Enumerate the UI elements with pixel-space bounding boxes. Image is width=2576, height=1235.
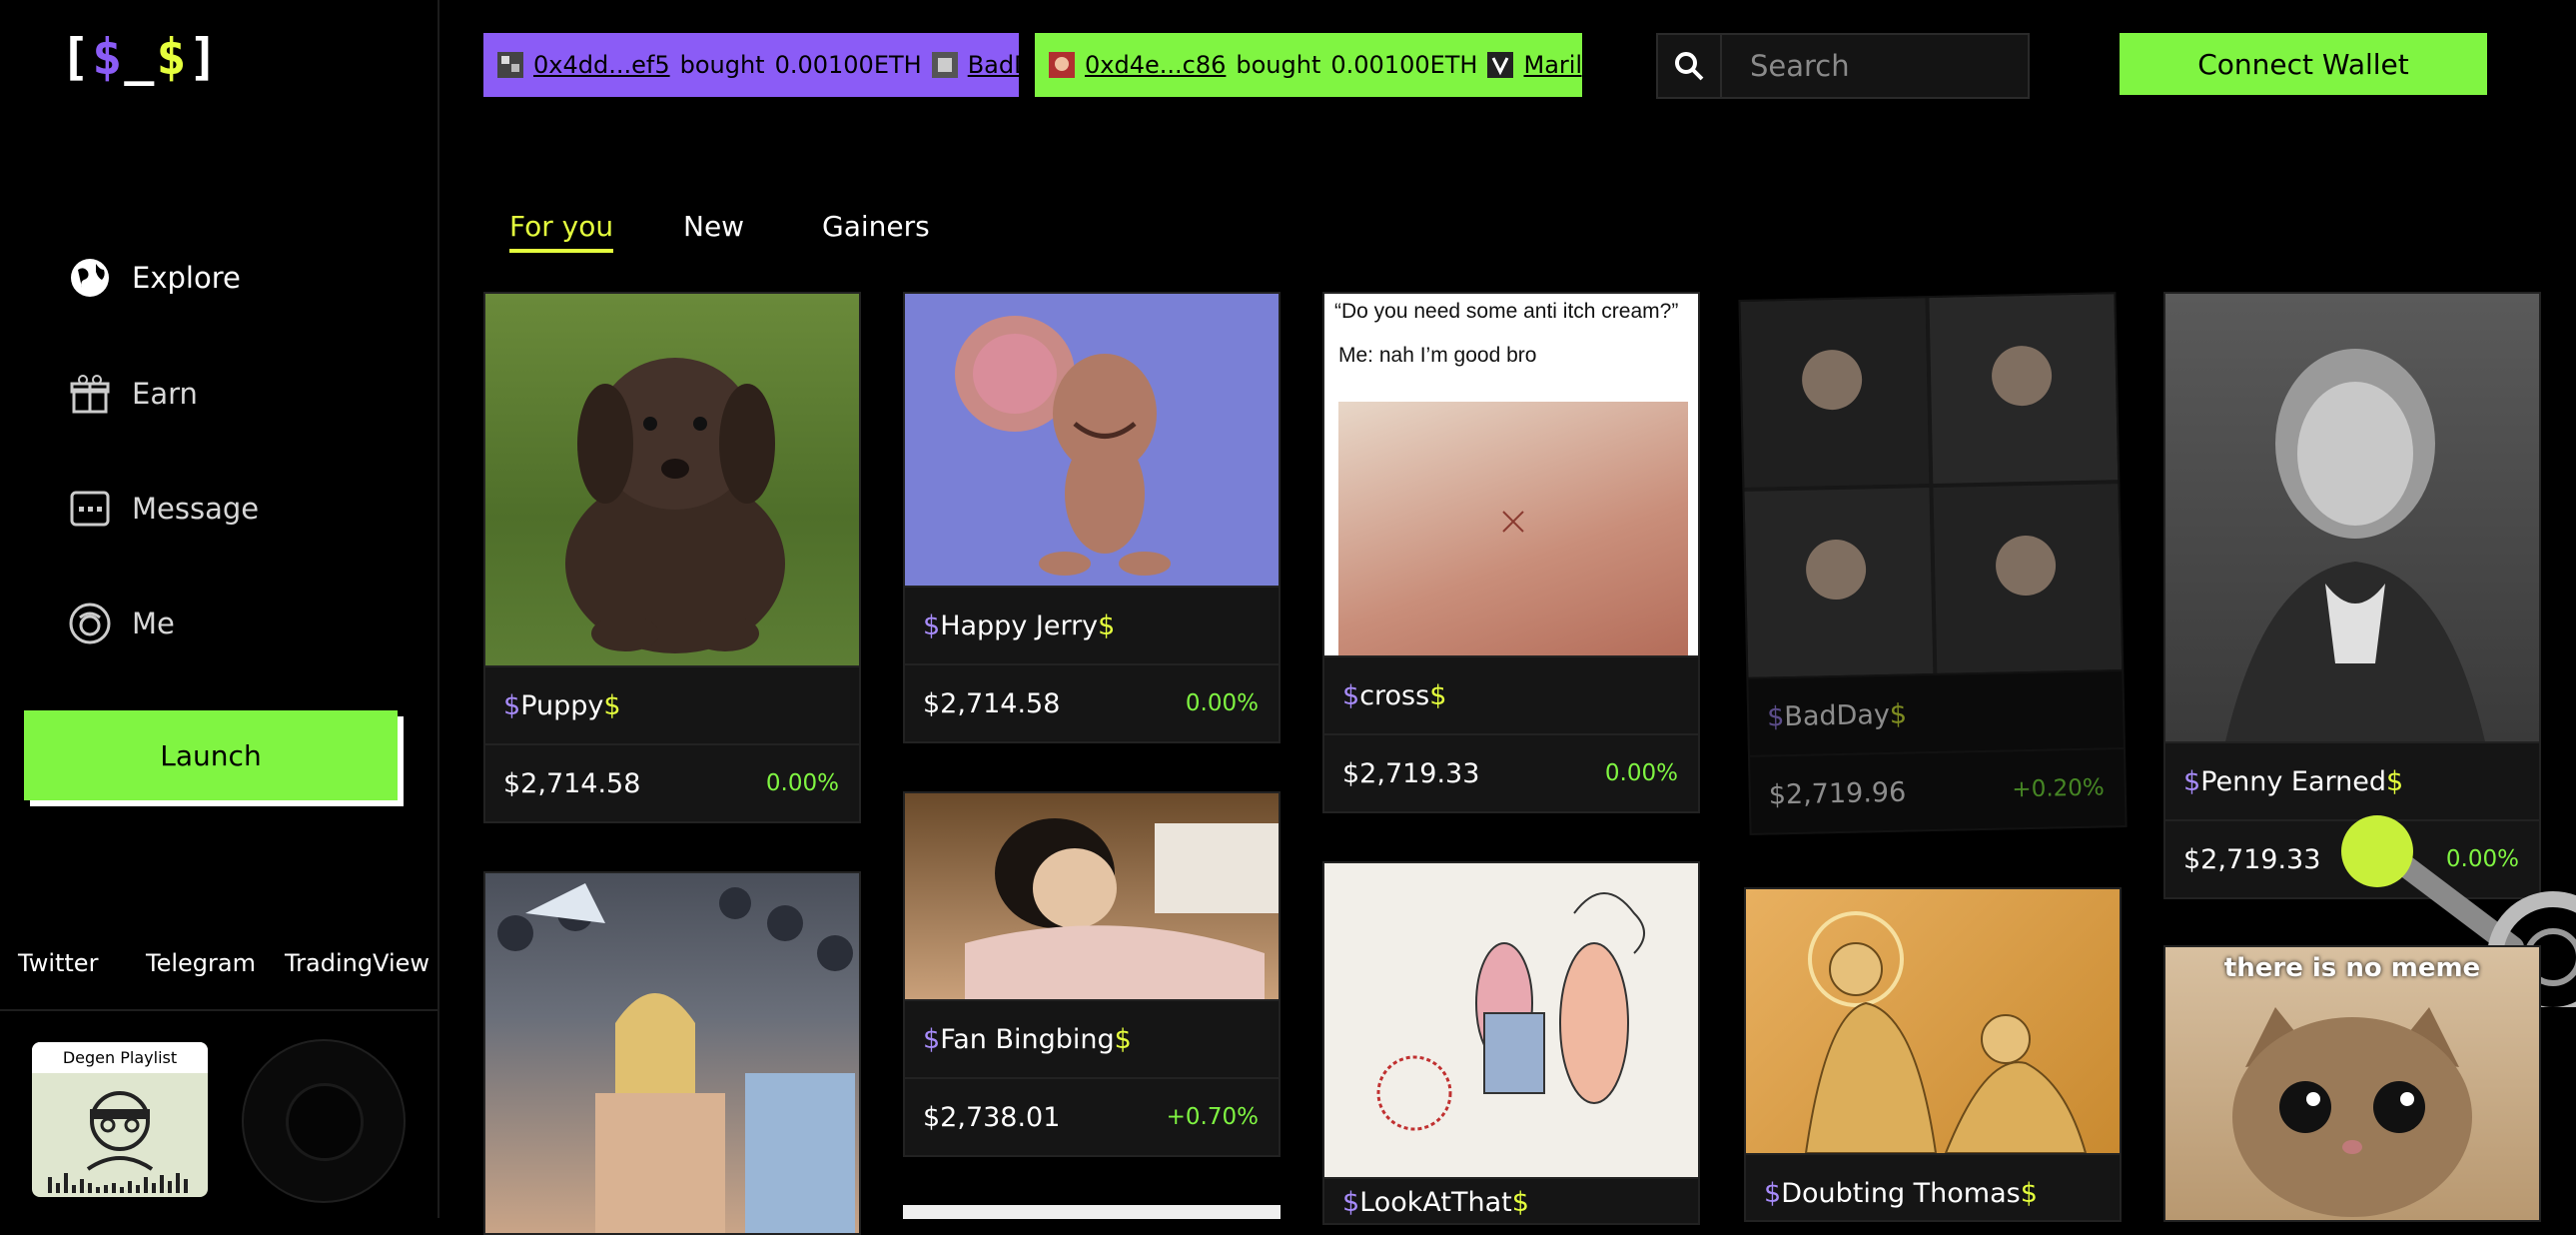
lookatthat-image: [1324, 863, 1698, 1177]
meme-photo: [1338, 402, 1688, 655]
meme-card-crowd[interactable]: [483, 871, 861, 1235]
token-change: +0.20%: [2012, 774, 2106, 803]
token-price-row: $2,738.01 +0.70%: [905, 1077, 1279, 1155]
trade-amount: 0.00100ETH: [1330, 51, 1478, 79]
meme-card-doubting-thomas[interactable]: $ Doubting Thomas $: [1744, 887, 2122, 1222]
search-input[interactable]: [1748, 48, 2002, 84]
token-name: $ LookAtThat $: [1324, 1177, 1698, 1233]
tab-gainers[interactable]: Gainers: [822, 210, 930, 243]
meme-card-kitten[interactable]: there is no meme: [2163, 945, 2541, 1222]
sidebar: [$_$] Explore Earn Message Me Launch Twi…: [0, 0, 439, 1218]
meme-card-lookatthat[interactable]: $ LookAtThat $: [1322, 861, 1700, 1225]
app-logo[interactable]: [$_$]: [60, 28, 221, 86]
search-bar[interactable]: [1656, 33, 2030, 99]
nav-earn[interactable]: Earn: [68, 372, 198, 416]
token-change: 0.00%: [1604, 760, 1678, 786]
meme-card-happy-jerry[interactable]: $ Happy Jerry $ $2,714.58 0.00%: [903, 292, 1281, 743]
token-name: $ Puppy $: [485, 665, 859, 743]
bingbing-image: [905, 793, 1279, 999]
tab-for-you[interactable]: For you: [509, 210, 614, 253]
doubting-thomas-image: [1746, 889, 2120, 1153]
token-link[interactable]: BadDay: [968, 51, 1019, 79]
meme-card-peek: [903, 1205, 1281, 1219]
token-change: 0.00%: [1185, 690, 1259, 716]
divider: [0, 1009, 437, 1011]
token-price: $2,714.58: [503, 767, 641, 799]
gift-icon: [68, 372, 112, 416]
chat-icon: [68, 487, 112, 531]
token-price: $2,719.33: [2183, 843, 2321, 875]
tab-new[interactable]: New: [683, 210, 744, 243]
meme-card-cross[interactable]: “Do you need some anti itch cream?” Me: …: [1322, 292, 1700, 813]
nav-message-label: Message: [132, 492, 260, 526]
disc-center: [286, 1083, 364, 1161]
trade-ticker-badday-box[interactable]: 0x4dd...ef5 bought 0.00100ETH BadDay: [483, 33, 1019, 97]
globe-icon: [68, 256, 112, 300]
buyer-address[interactable]: 0x4dd...ef5: [533, 51, 670, 79]
search-icon[interactable]: [1658, 35, 1722, 97]
token-avatar-icon: [1049, 52, 1075, 78]
token-price-row: $2,719.96 +0.20%: [1749, 747, 2126, 833]
token-name: $ cross $: [1324, 655, 1698, 733]
playlist-title: Degen Playlist: [32, 1042, 208, 1073]
meme-card-fan-bingbing[interactable]: $ Fan Bingbing $ $2,738.01 +0.70%: [903, 791, 1281, 1157]
meme-caption-1: “Do you need some anti itch cream?”: [1334, 300, 1679, 323]
telegram-link[interactable]: Telegram: [146, 949, 256, 977]
tradingview-link[interactable]: TradingView: [285, 949, 429, 977]
trade-verb: bought: [1236, 51, 1321, 79]
degen-playlist[interactable]: Degen Playlist: [32, 1042, 208, 1197]
token-price: $2,738.01: [923, 1101, 1061, 1133]
token-name: $ Doubting Thomas $: [1746, 1153, 2120, 1231]
launch-button[interactable]: Launch: [24, 710, 398, 800]
badday-image: [1740, 294, 2123, 677]
buyer-address[interactable]: 0xd4e...c86: [1085, 51, 1226, 79]
token-price: $2,719.96: [1768, 776, 1907, 810]
trade-verb: bought: [679, 51, 765, 79]
nav-message[interactable]: Message: [68, 487, 259, 531]
token-price-row: $2,714.58 0.00%: [905, 663, 1279, 741]
token-change: 0.00%: [765, 770, 839, 796]
jerry-image: [905, 294, 1279, 586]
meme-card-badday[interactable]: $ BadDay $ $2,719.96 +0.20%: [1738, 292, 2128, 835]
token-thumb-icon: [931, 52, 958, 78]
token-price-row: $2,719.33 0.00%: [1324, 733, 1698, 811]
kitten-image: there is no meme: [2165, 947, 2539, 1220]
nav-me-label: Me: [132, 607, 175, 640]
connect-wallet-button[interactable]: Connect Wallet: [2120, 33, 2487, 95]
token-thumb-icon: [1487, 52, 1514, 78]
meme-caption-2: Me: nah I’m good bro: [1338, 344, 1537, 367]
trade-ticker-marilyn-box[interactable]: 0xd4e...c86 bought 0.00100ETH Marilyn M: [1035, 33, 1582, 97]
twitter-link[interactable]: Twitter: [18, 949, 98, 977]
nav-explore-label: Explore: [132, 261, 241, 295]
puppy-image: [485, 294, 859, 665]
token-price-row: $2,714.58 0.00%: [485, 743, 859, 821]
music-disc[interactable]: [242, 1039, 406, 1203]
token-price: $2,714.58: [923, 687, 1061, 719]
nav-me[interactable]: Me: [68, 602, 175, 645]
cross-image: “Do you need some anti itch cream?” Me: …: [1324, 294, 1698, 655]
token-link[interactable]: Marilyn M: [1523, 51, 1582, 79]
nav-explore[interactable]: Explore: [68, 256, 241, 300]
user-icon: [68, 602, 112, 645]
penny-image: [2165, 294, 2539, 741]
trade-amount: 0.00100ETH: [774, 51, 922, 79]
playlist-avatar-icon: [48, 1091, 188, 1193]
token-change: +0.70%: [1166, 1104, 1259, 1130]
nav-earn-label: Earn: [132, 377, 198, 411]
token-name: $ BadDay $: [1748, 669, 2124, 755]
token-price: $2,719.33: [1342, 757, 1480, 789]
meme-card-puppy[interactable]: $ Puppy $ $2,714.58 0.00%: [483, 292, 861, 823]
token-name: $ Fan Bingbing $: [905, 999, 1279, 1077]
meme-caption: there is no meme: [2223, 953, 2481, 983]
token-name: $ Happy Jerry $: [905, 586, 1279, 663]
crowd-image: [485, 873, 859, 1233]
token-avatar-icon: [497, 52, 523, 78]
